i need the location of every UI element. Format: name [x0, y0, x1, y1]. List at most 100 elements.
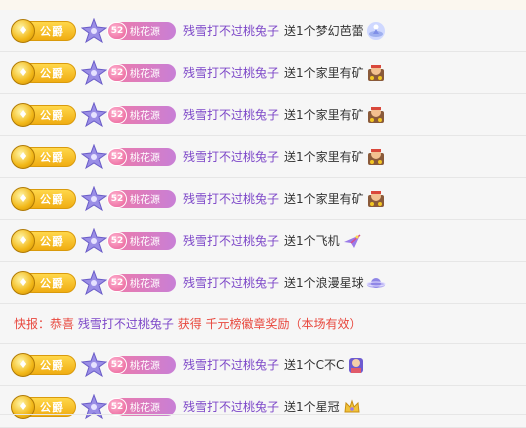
noble-badge-label: 公爵	[40, 24, 64, 38]
fan-club-name: 桃花源	[130, 361, 160, 372]
username[interactable]: 残雪打不过桃兔子	[183, 148, 279, 165]
username[interactable]: 残雪打不过桃兔子	[183, 106, 279, 123]
fan-club-name: 桃花源	[130, 111, 160, 122]
fan-level: 52	[107, 147, 127, 166]
gift-action-text: 送1个梦幻芭蕾	[284, 24, 364, 38]
noble-badge-label: 公爵	[40, 150, 64, 164]
username[interactable]: 残雪打不过桃兔子	[183, 398, 279, 415]
noble-coin-icon: ♦	[11, 228, 35, 253]
fan-club-badge[interactable]: 52 桃花源	[107, 21, 176, 40]
fan-club-name: 桃花源	[130, 403, 160, 414]
cbc-gift-icon	[349, 357, 364, 373]
gift-action-text: 送1个家里有矿	[284, 192, 364, 206]
username[interactable]: 残雪打不过桃兔子	[183, 64, 279, 81]
noble-badge-label: 公爵	[40, 358, 64, 372]
noble-badge-label: 公爵	[40, 400, 64, 414]
fan-club-name: 桃花源	[130, 195, 160, 206]
gift-message-row: ♦ 公爵 52 桃花源 残雪打不过桃兔子 送1个家里有矿	[0, 136, 526, 178]
noble-badge-label: 公爵	[40, 108, 64, 122]
fan-level: 52	[107, 105, 127, 124]
gift-action-text: 送1个家里有矿	[284, 66, 364, 80]
noble-badge[interactable]: ♦ 公爵	[11, 228, 76, 253]
gift-action-text: 送1个家里有矿	[284, 150, 364, 164]
noble-badge-label: 公爵	[40, 66, 64, 80]
fan-level: 52	[107, 63, 127, 82]
noble-badge-label: 公爵	[40, 234, 64, 248]
gift-action-text: 送1个浪漫星球	[284, 276, 364, 290]
noble-coin-icon: ♦	[11, 144, 35, 169]
star-badge-icon	[81, 227, 107, 253]
username[interactable]: 残雪打不过桃兔子	[183, 232, 279, 249]
noble-coin-icon: ♦	[11, 270, 35, 295]
broadcast-notice-row: 快报：恭喜 残雪打不过桃兔子 获得 千元榜徽章奖励（本场有效）	[0, 304, 526, 344]
notice-username[interactable]: 残雪打不过桃兔子	[78, 317, 174, 331]
gift-message-row: ♦ 公爵 52 桃花源 残雪打不过桃兔子 送1个家里有矿	[0, 94, 526, 136]
gift-action-text: 送1个飞机	[284, 234, 340, 248]
broadcast-notice: 快报：恭喜 残雪打不过桃兔子 获得 千元榜徽章奖励（本场有效）	[14, 315, 362, 332]
fan-club-badge[interactable]: 52 桃花源	[107, 397, 176, 416]
star-badge-icon	[81, 393, 107, 419]
gift-action-text: 送1个星冠	[284, 400, 340, 414]
divider	[0, 414, 526, 415]
fan-club-name: 桃花源	[130, 279, 160, 290]
noble-coin-icon: ♦	[11, 18, 35, 43]
noble-badge[interactable]: ♦ 公爵	[11, 352, 76, 377]
noble-badge[interactable]: ♦ 公爵	[11, 60, 76, 85]
mine-gift-icon	[367, 106, 384, 123]
star-badge-icon	[81, 269, 107, 295]
fan-level: 52	[107, 189, 127, 208]
gift-message-row: ♦ 公爵 52 桃花源 残雪打不过桃兔子 送1个家里有矿	[0, 52, 526, 94]
noble-badge-label: 公爵	[40, 192, 64, 206]
noble-badge[interactable]: ♦ 公爵	[11, 186, 76, 211]
gift-message-row: ♦ 公爵 52 桃花源 残雪打不过桃兔子 送1个浪漫星球	[0, 262, 526, 304]
mine-gift-icon	[367, 148, 384, 165]
gift-message-row: ♦ 公爵 52 桃花源 残雪打不过桃兔子 送1个星冠	[0, 386, 526, 428]
gift-message-row: ♦ 公爵 52 桃花源 残雪打不过桃兔子 送1个飞机	[0, 220, 526, 262]
star-badge-icon	[81, 59, 107, 85]
username[interactable]: 残雪打不过桃兔子	[183, 356, 279, 373]
noble-coin-icon: ♦	[11, 186, 35, 211]
fan-level: 52	[107, 21, 127, 40]
fan-level: 52	[107, 231, 127, 250]
star-badge-icon	[81, 17, 107, 43]
fan-club-name: 桃花源	[130, 69, 160, 80]
gift-message-row: ♦ 公爵 52 桃花源 残雪打不过桃兔子 送1个家里有矿	[0, 178, 526, 220]
gift-message-row: ♦ 公爵 52 桃花源 残雪打不过桃兔子 送1个C不C	[0, 344, 526, 386]
mine-gift-icon	[367, 190, 384, 207]
star-badge-icon	[81, 351, 107, 377]
fan-club-name: 桃花源	[130, 27, 160, 38]
fan-club-name: 桃花源	[130, 237, 160, 248]
mine-gift-icon	[367, 64, 384, 81]
star-badge-icon	[81, 185, 107, 211]
noble-badge-label: 公爵	[40, 276, 64, 290]
fan-club-badge[interactable]: 52 桃花源	[107, 355, 176, 374]
chat-feed: ♦ 公爵 52 桃花源 残雪打不过桃兔子 送1个梦幻芭蕾 ♦ 公爵 52 桃花源…	[0, 0, 526, 428]
username[interactable]: 残雪打不过桃兔子	[183, 274, 279, 291]
fan-level: 52	[107, 397, 127, 416]
fan-level: 52	[107, 355, 127, 374]
fan-level: 52	[107, 273, 127, 292]
noble-badge[interactable]: ♦ 公爵	[11, 18, 76, 43]
fan-club-badge[interactable]: 52 桃花源	[107, 147, 176, 166]
fan-club-badge[interactable]: 52 桃花源	[107, 273, 176, 292]
fan-club-badge[interactable]: 52 桃花源	[107, 63, 176, 82]
noble-coin-icon: ♦	[11, 352, 35, 377]
noble-coin-icon: ♦	[11, 60, 35, 85]
gift-action-text: 送1个家里有矿	[284, 108, 364, 122]
fan-club-name: 桃花源	[130, 153, 160, 164]
notice-prefix: 快报：恭喜	[14, 317, 75, 331]
username[interactable]: 残雪打不过桃兔子	[183, 22, 279, 39]
fan-club-badge[interactable]: 52 桃花源	[107, 231, 176, 250]
star-badge-icon	[81, 101, 107, 127]
ballet-gift-icon	[366, 21, 385, 40]
noble-badge[interactable]: ♦ 公爵	[11, 270, 76, 295]
noble-coin-icon: ♦	[11, 102, 35, 127]
gift-action-text: 送1个C不C	[284, 358, 345, 372]
fan-club-badge[interactable]: 52 桃花源	[107, 189, 176, 208]
username[interactable]: 残雪打不过桃兔子	[183, 190, 279, 207]
notice-suffix: 获得 千元榜徽章奖励（本场有效）	[177, 317, 362, 331]
star-badge-icon	[81, 143, 107, 169]
noble-badge[interactable]: ♦ 公爵	[11, 144, 76, 169]
fan-club-badge[interactable]: 52 桃花源	[107, 105, 176, 124]
noble-badge[interactable]: ♦ 公爵	[11, 102, 76, 127]
